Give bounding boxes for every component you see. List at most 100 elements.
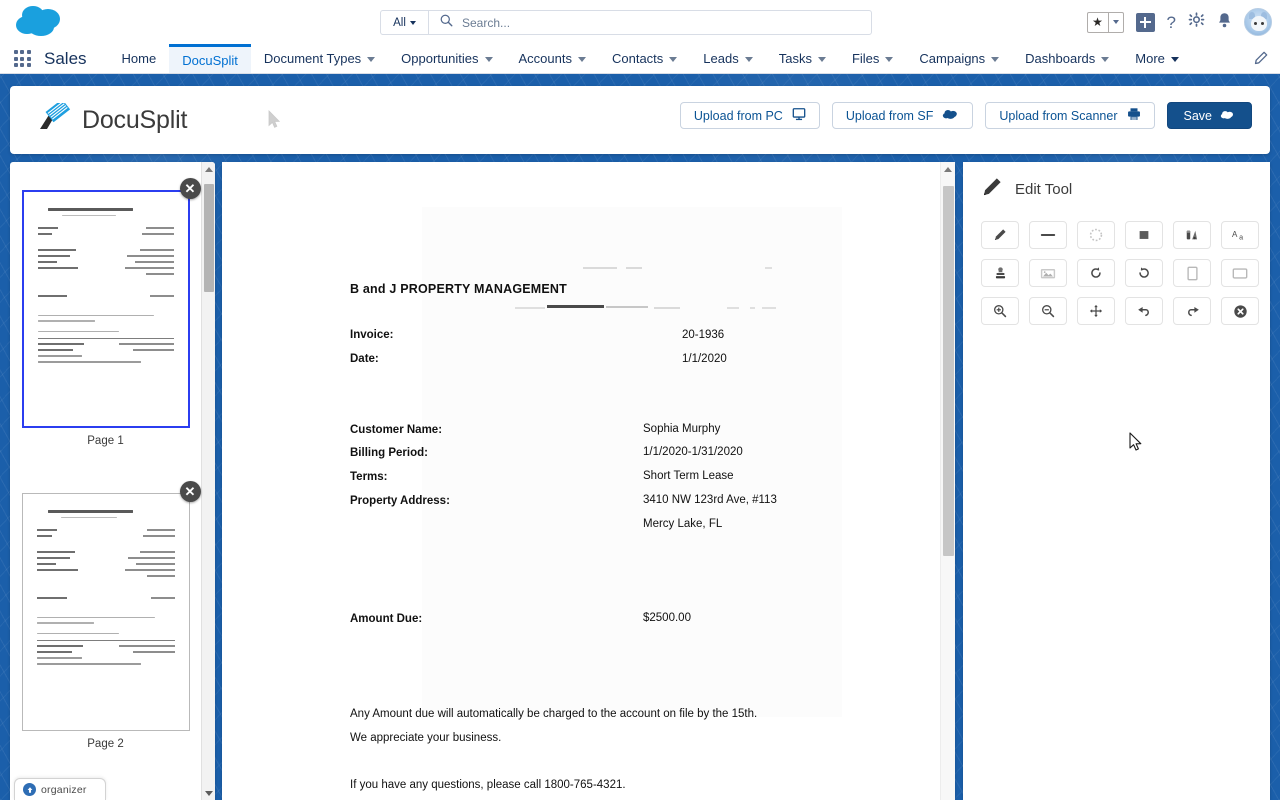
upload-from-pc-label: Upload from PC xyxy=(693,108,783,123)
global-search[interactable]: All Search... xyxy=(380,10,872,35)
thumbnail-page-2-label: Page 2 xyxy=(87,738,124,750)
search-scope-dropdown[interactable]: All xyxy=(381,11,429,34)
pen-icon-button[interactable] xyxy=(981,221,1019,249)
nav-item-dashboards[interactable]: Dashboards xyxy=(1012,44,1122,73)
scan-artifact xyxy=(515,307,545,309)
line-icon xyxy=(1040,230,1056,240)
upload-from-sf-label: Upload from SF xyxy=(845,108,934,123)
nav-item-accounts[interactable]: Accounts xyxy=(506,44,599,73)
document-page[interactable]: B and J PROPERTY MANAGEMENT Invoice: 20-… xyxy=(222,162,940,800)
upload-from-scanner-button[interactable]: Upload from Scanner xyxy=(985,102,1155,129)
landscape-page-icon-button[interactable] xyxy=(1221,259,1259,287)
nav-item-tasks[interactable]: Tasks xyxy=(766,44,839,73)
salesforce-cloud-logo[interactable] xyxy=(12,2,68,42)
rotate-left-icon-button[interactable] xyxy=(1077,259,1115,287)
document-field-label: Invoice: xyxy=(350,329,394,341)
portrait-page-icon-button[interactable] xyxy=(1173,259,1211,287)
nav-item-leads[interactable]: Leads xyxy=(690,44,765,73)
favorites-caret-icon[interactable] xyxy=(1107,12,1123,32)
clear-cancel-icon-button[interactable] xyxy=(1221,297,1259,325)
docusplit-brand: DocuSplit xyxy=(38,98,187,138)
app-launcher-waffle-icon xyxy=(13,50,31,67)
thumbnail-page-2[interactable]: ✕ Page 2 xyxy=(21,481,201,750)
nav-item-opportunities[interactable]: Opportunities xyxy=(388,44,505,73)
zoom-in-icon-button[interactable] xyxy=(981,297,1019,325)
document-field-label: Date: xyxy=(350,353,379,365)
nav-item-label: Dashboards xyxy=(1025,51,1096,66)
navigation-bar: Sales Home DocuSplit Document Types Oppo… xyxy=(0,44,1280,74)
scroll-up-arrow[interactable] xyxy=(941,162,955,176)
line-icon-button[interactable] xyxy=(1029,221,1067,249)
nav-item-document-types[interactable]: Document Types xyxy=(251,44,388,73)
text-font-icon-button[interactable]: A a xyxy=(1221,221,1259,249)
nav-item-campaigns[interactable]: Campaigns xyxy=(906,44,1012,73)
document-scrollbar[interactable] xyxy=(940,162,955,800)
thumbnail-preview[interactable] xyxy=(21,493,190,731)
document-scrollbar-thumb[interactable] xyxy=(943,186,954,556)
thumbnail-scrollbar[interactable] xyxy=(201,162,215,800)
edit-tool-title: Edit Tool xyxy=(1015,181,1073,198)
setup-gear-icon[interactable] xyxy=(1188,12,1205,32)
document-amount-label: Amount Due: xyxy=(350,613,423,625)
zoom-out-icon-button[interactable] xyxy=(1029,297,1067,325)
edit-tool-panel: Edit Tool A a xyxy=(963,162,1270,800)
docusplit-header: DocuSplit Upload from PC Upload from SF xyxy=(10,86,1270,154)
page-thumbnail-panel: ✕ Page 1 ✕ Page 2 organizer xyxy=(10,162,215,800)
app-name-label[interactable]: Sales xyxy=(44,44,109,73)
help-icon[interactable]: ? xyxy=(1167,14,1176,31)
scroll-down-arrow[interactable] xyxy=(202,786,215,800)
docusplit-logo-icon xyxy=(38,98,74,138)
text-font-icon: A a xyxy=(1232,228,1249,242)
rotate-right-icon-button[interactable] xyxy=(1125,259,1163,287)
thumbnail-scrollbar-thumb[interactable] xyxy=(204,184,214,292)
add-icon[interactable] xyxy=(1135,12,1155,32)
document-detail-label: Customer Name: xyxy=(350,424,443,436)
image-icon-button[interactable] xyxy=(1029,259,1067,287)
notifications-bell-icon[interactable] xyxy=(1217,12,1232,32)
landscape-page-icon xyxy=(1232,267,1248,279)
edit-nav-pencil-icon[interactable] xyxy=(1240,44,1280,73)
move-icon-button[interactable] xyxy=(1077,297,1115,325)
nav-item-home[interactable]: Home xyxy=(109,44,170,73)
favorites-star-icon[interactable]: ★ xyxy=(1088,13,1108,32)
svg-text:A: A xyxy=(1232,230,1238,239)
nav-item-more[interactable]: More xyxy=(1122,44,1192,73)
svg-text:a: a xyxy=(1239,233,1243,241)
nav-item-files[interactable]: Files xyxy=(839,44,906,73)
search-input[interactable]: Search... xyxy=(429,11,871,34)
upload-from-sf-button[interactable]: Upload from SF xyxy=(831,102,974,129)
app-launcher-button[interactable] xyxy=(0,44,44,73)
stamp-icon-button[interactable] xyxy=(981,259,1019,287)
document-amount-value: $2500.00 xyxy=(643,612,691,624)
thumbnail-preview[interactable] xyxy=(21,190,190,428)
scan-artifact xyxy=(750,307,755,309)
filled-square-icon-button[interactable] xyxy=(1125,221,1163,249)
scroll-up-arrow[interactable] xyxy=(202,162,215,176)
avatar[interactable] xyxy=(1244,8,1272,36)
nav-item-label: DocuSplit xyxy=(182,52,238,68)
undo-icon-button[interactable] xyxy=(1125,297,1163,325)
nav-item-label: Tasks xyxy=(778,51,812,66)
nav-item-contacts[interactable]: Contacts xyxy=(599,44,690,73)
document-detail-value: Mercy Lake, FL xyxy=(643,518,723,530)
search-icon xyxy=(440,14,453,32)
filled-square-icon xyxy=(1137,228,1151,242)
document-viewer: B and J PROPERTY MANAGEMENT Invoice: 20-… xyxy=(222,162,955,800)
remove-page-2-button[interactable]: ✕ xyxy=(179,481,201,502)
organizer-badge[interactable]: organizer xyxy=(14,778,106,800)
global-header-actions: ★ ? xyxy=(1086,6,1272,38)
upload-from-pc-button[interactable]: Upload from PC xyxy=(679,102,820,129)
color-palette-icon-button[interactable] xyxy=(1173,221,1211,249)
nav-item-docusplit[interactable]: DocuSplit xyxy=(169,44,251,73)
chevron-down-icon xyxy=(409,20,416,25)
marquee-select-icon-button[interactable] xyxy=(1077,221,1115,249)
organizer-label: organizer xyxy=(41,783,87,796)
save-button[interactable]: Save xyxy=(1166,102,1252,129)
thumbnail-page-1[interactable]: ✕ Page 1 xyxy=(21,178,201,447)
document-note: We appreciate your business. xyxy=(350,732,502,744)
favorites-control[interactable]: ★ xyxy=(1086,11,1124,33)
nav-item-label: More xyxy=(1135,51,1165,66)
remove-page-1-button[interactable]: ✕ xyxy=(179,178,201,199)
redo-icon-button[interactable] xyxy=(1173,297,1211,325)
scan-artifact xyxy=(626,267,642,269)
